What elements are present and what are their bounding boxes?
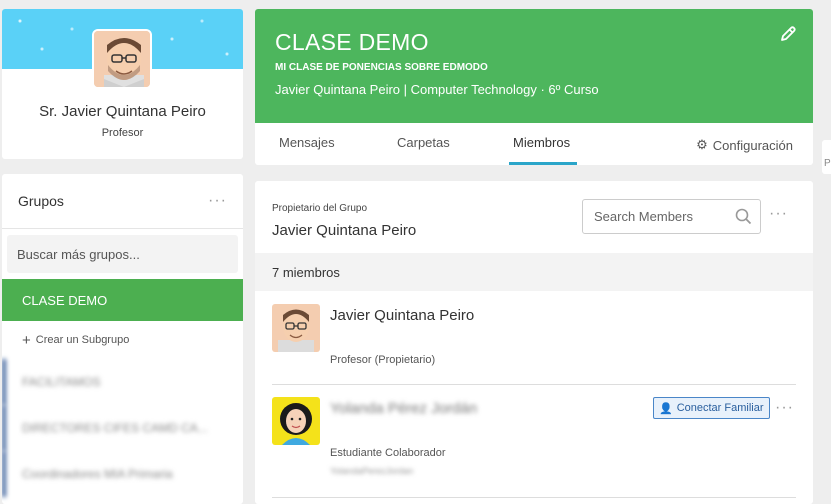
plus-icon: + (22, 331, 31, 349)
active-tab-indicator (509, 162, 577, 165)
member-row[interactable]: Yolanda Pérez Jordán Estudiante Colabora… (272, 397, 796, 487)
teacher-avatar-icon (94, 31, 150, 87)
tab-miembros[interactable]: Miembros (513, 135, 570, 150)
members-more-icon[interactable]: ··· (769, 205, 788, 223)
create-subgroup-link[interactable]: + Crear un Subgrupo (2, 321, 243, 359)
members-panel: Propietario del Grupo Javier Quintana Pe… (255, 181, 813, 504)
class-tabs: Mensajes Carpetas Miembros ⚙ Configuraci… (255, 123, 813, 165)
group-item[interactable]: DIRECTORES CIFES CAMD CA... (2, 405, 243, 451)
member-avatar[interactable] (272, 304, 320, 352)
edge-panel-tab[interactable]: P (822, 140, 831, 174)
member-role: Profesor (Propietario) (330, 354, 436, 366)
tab-carpetas[interactable]: Carpetas (397, 135, 450, 150)
profile-card: Sr. Javier Quintana Peiro Profesor (2, 9, 243, 159)
class-meta: Javier Quintana Peiro | Computer Technol… (275, 82, 599, 97)
edit-pencil-icon[interactable] (779, 25, 797, 43)
group-item[interactable]: Coordinadores MIA Primaria (2, 451, 243, 497)
member-row[interactable]: Javier Quintana Peiro Profesor (Propieta… (272, 304, 796, 374)
group-item[interactable]: FACILITAMOS (2, 359, 243, 405)
member-name[interactable]: Yolanda Pérez Jordán (330, 397, 480, 420)
search-icon[interactable] (735, 208, 752, 225)
groups-search-input[interactable]: Buscar más grupos... (7, 235, 238, 273)
owner-name[interactable]: Javier Quintana Peiro (272, 222, 416, 239)
connect-parent-button[interactable]: 👤 Conectar Familiar (653, 397, 770, 419)
create-subgroup-label: Crear un Subgrupo (35, 334, 130, 346)
tab-mensajes[interactable]: Mensajes (279, 135, 335, 150)
class-banner: CLASE DEMO MI CLASE DE PONENCIAS SOBRE E… (255, 9, 813, 123)
student-avatar-icon (272, 397, 320, 445)
add-user-icon: 👤 (659, 402, 673, 415)
gear-icon: ⚙ (696, 137, 708, 152)
group-item-active[interactable]: CLASE DEMO (2, 279, 243, 321)
groups-panel: Grupos ··· Buscar más grupos... CLASE DE… (2, 174, 243, 504)
profile-role: Profesor (101, 127, 144, 139)
owner-label: Propietario del Grupo (272, 203, 368, 214)
class-subtitle: MI CLASE DE PONENCIAS SOBRE EDMODO (275, 62, 488, 73)
class-header-card: CLASE DEMO MI CLASE DE PONENCIAS SOBRE E… (255, 9, 813, 165)
divider (272, 384, 796, 385)
member-name[interactable]: Javier Quintana Peiro (330, 304, 480, 327)
settings-label: Configuración (712, 137, 793, 153)
profile-name[interactable]: Sr. Javier Quintana Peiro (2, 103, 243, 120)
search-members-placeholder: Search Members (594, 209, 693, 224)
member-username: YolandaPerezJordan (330, 466, 414, 476)
member-avatar[interactable] (272, 397, 320, 445)
class-title: CLASE DEMO (275, 29, 429, 55)
divider (272, 497, 796, 498)
search-members-input[interactable]: Search Members (582, 199, 761, 234)
profile-avatar[interactable] (92, 29, 152, 89)
teacher-avatar-icon (272, 304, 320, 352)
settings-button[interactable]: ⚙ Configuración (696, 137, 793, 153)
member-more-icon[interactable]: ··· (775, 399, 794, 417)
groups-header: Grupos ··· (2, 174, 243, 229)
groups-more-icon[interactable]: ··· (208, 192, 227, 210)
member-count: 7 miembros (255, 253, 813, 291)
connect-parent-label: Conectar Familiar (676, 402, 764, 414)
member-role: Estudiante Colaborador (330, 447, 446, 459)
groups-title: Grupos (18, 193, 64, 209)
